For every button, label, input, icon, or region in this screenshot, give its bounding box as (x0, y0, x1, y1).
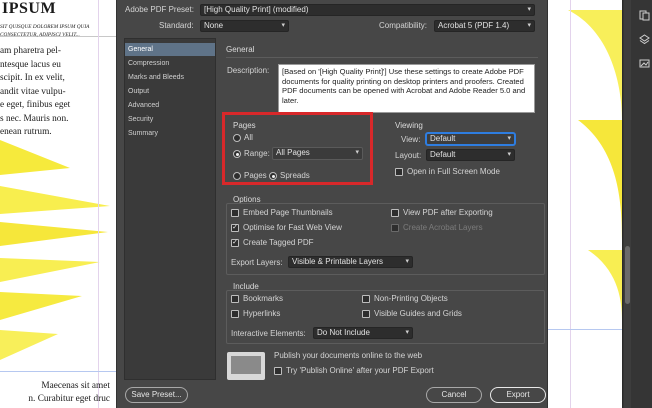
doc-line: enean rutrum. (0, 127, 52, 137)
publish-online-checkbox[interactable] (274, 367, 282, 375)
embed-thumbnails-label: Embed Page Thumbnails (243, 208, 333, 217)
viewing-title: Viewing (395, 121, 423, 130)
visible-guides-label: Visible Guides and Grids (374, 309, 462, 318)
doc-line: e eget, finibus eget (0, 100, 71, 110)
doc-line: andit vitae vulpu- (0, 86, 66, 97)
layout-value: Default (430, 150, 456, 159)
optimise-web-checkbox[interactable]: ✓ (231, 224, 239, 232)
vertical-scrollbar[interactable] (624, 0, 631, 408)
bookmarks-checkbox[interactable] (231, 295, 239, 303)
optimise-web-label: Optimise for Fast Web View (243, 223, 342, 232)
sidebar-item-security[interactable]: Security (125, 113, 215, 126)
tagged-pdf-label: Create Tagged PDF (243, 238, 314, 247)
view-after-export-label: View PDF after Exporting (403, 208, 493, 217)
hyperlinks-label: Hyperlinks (243, 309, 281, 318)
nonprinting-checkbox[interactable] (362, 295, 370, 303)
standard-value: None (204, 21, 224, 30)
bookmarks-label: Bookmarks (243, 294, 284, 303)
chevron-down-icon: ▾ (405, 329, 409, 336)
sidebar-item-compression[interactable]: Compression (125, 57, 215, 70)
view-select[interactable]: Default ▾ (426, 133, 515, 145)
fullscreen-checkbox[interactable] (395, 168, 403, 176)
publish-online-icon (227, 352, 265, 380)
doc-line: s nec. Mauris non. (0, 113, 69, 124)
doc-line: ntesque lacus eu (0, 59, 61, 70)
sidebar-item-summary[interactable]: Summary (125, 127, 215, 140)
doc-subtitle-line: SIT QUISQUE DOLOREM IPSUM QUIA (0, 24, 90, 30)
description-label: Description: (227, 66, 270, 75)
doc-line: Maecenas sit amet (41, 381, 110, 391)
compatibility-label: Compatibility: (379, 21, 428, 30)
layout-select[interactable]: Default ▾ (426, 149, 515, 161)
chevron-down-icon: ▾ (507, 151, 511, 158)
export-layers-select[interactable]: Visible & Printable Layers ▾ (288, 256, 413, 268)
scrollbar-thumb[interactable] (625, 246, 630, 304)
doc-line: scipit. In ex velit, (0, 73, 65, 83)
doc-subtitle: SIT QUISQUE DOLOREM IPSUM QUIA CONSECTET… (0, 23, 89, 39)
tagged-pdf-checkbox[interactable]: ✓ (231, 239, 239, 247)
sidebar-item-general[interactable]: General (125, 43, 215, 56)
export-layers-value: Visible & Printable Layers (292, 257, 384, 266)
doc-subtitle-line: CONSECTETUR, ADIPISCI VELIT... (0, 32, 80, 38)
hyperlinks-checkbox[interactable] (231, 310, 239, 318)
layers-icon[interactable] (639, 34, 650, 45)
doc-line: am pharetra pel- (0, 46, 61, 56)
view-value: Default (430, 134, 456, 143)
doc-title: IPSUM (2, 0, 57, 17)
preset-label: Adobe PDF Preset: (125, 5, 194, 14)
layout-label: Layout: (395, 151, 422, 160)
export-pdf-dialog: Adobe PDF Preset: [High Quality Print] (… (116, 0, 548, 408)
publish-online-label: Try 'Publish Online' after your PDF Expo… (286, 366, 434, 375)
acrobat-layers-checkbox[interactable] (391, 224, 399, 232)
margin-guide (0, 371, 116, 372)
chevron-down-icon: ▾ (507, 135, 511, 142)
compatibility-value: Acrobat 5 (PDF 1.4) (438, 21, 510, 30)
export-button[interactable]: Export (490, 387, 546, 403)
view-after-export-checkbox[interactable] (391, 209, 399, 217)
embed-thumbnails-checkbox[interactable] (231, 209, 239, 217)
publish-headline: Publish your documents online to the web (274, 351, 423, 360)
interactive-elements-select[interactable]: Do Not Include ▾ (313, 327, 413, 339)
standard-select[interactable]: None ▾ (200, 20, 289, 32)
doc-paragraph: am pharetra pel- ntesque lacus eu scipit… (0, 45, 70, 140)
doc-line: n. Curabitur eget druc (28, 394, 110, 404)
sidebar-item-advanced[interactable]: Advanced (125, 99, 215, 112)
export-layers-label: Export Layers: (231, 258, 283, 267)
preset-select[interactable]: [High Quality Print] (modified) ▾ (200, 4, 535, 16)
chevron-down-icon: ▾ (281, 22, 285, 29)
section-title: General (226, 45, 255, 54)
save-preset-button[interactable]: Save Preset... (125, 387, 188, 403)
category-sidebar: General Compression Marks and Bleeds Out… (124, 38, 216, 380)
description-field[interactable]: [Based on '[High Quality Print]'] Use th… (278, 64, 535, 113)
background-document-right (548, 0, 622, 408)
cancel-button[interactable]: Cancel (426, 387, 482, 403)
standard-label: Standard: (159, 21, 194, 30)
margin-guide (548, 329, 622, 330)
compatibility-select[interactable]: Acrobat 5 (PDF 1.4) ▾ (434, 20, 535, 32)
sidebar-item-marks-and-bleeds[interactable]: Marks and Bleeds (125, 71, 215, 84)
acrobat-layers-label: Create Acrobat Layers (403, 223, 483, 232)
sidebar-item-output[interactable]: Output (125, 85, 215, 98)
fullscreen-label: Open in Full Screen Mode (407, 167, 500, 176)
column-guide (98, 0, 99, 408)
divider (226, 57, 538, 58)
highlight-box (222, 112, 373, 185)
interactive-elements-value: Do Not Include (317, 328, 370, 337)
background-document-left: IPSUM SIT QUISQUE DOLOREM IPSUM QUIA CON… (0, 0, 116, 408)
links-icon[interactable] (639, 58, 650, 69)
doc-paragraph-2: Maecenas sit amet n. Curabitur eget druc (28, 380, 110, 406)
chevron-down-icon: ▾ (527, 6, 531, 13)
column-guide (570, 0, 571, 408)
chevron-down-icon: ▾ (527, 22, 531, 29)
visible-guides-checkbox[interactable] (362, 310, 370, 318)
preset-value: [High Quality Print] (modified) (204, 5, 309, 14)
yellow-arc-art (568, 10, 622, 320)
pages-icon[interactable] (639, 10, 650, 21)
view-label: View: (401, 135, 421, 144)
chevron-down-icon: ▾ (405, 258, 409, 265)
interactive-elements-label: Interactive Elements: (231, 329, 306, 338)
nonprinting-label: Non-Printing Objects (374, 294, 448, 303)
tool-panel (622, 0, 652, 408)
publish-online-icon-screen (231, 356, 261, 374)
